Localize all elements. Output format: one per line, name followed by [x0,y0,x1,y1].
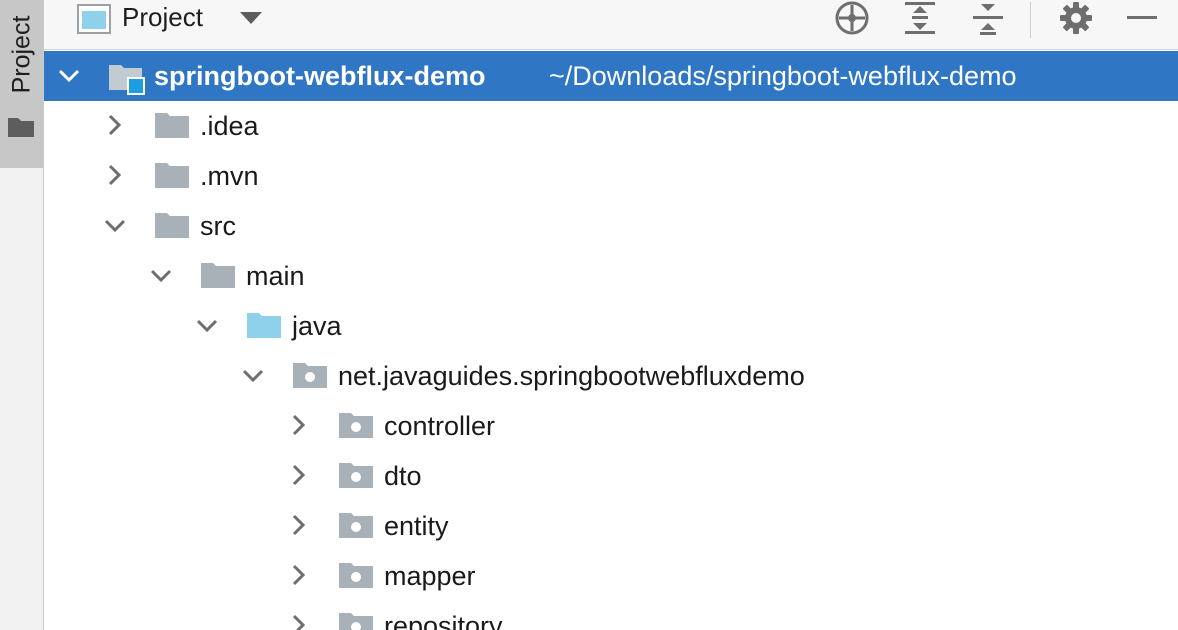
tree-row-root[interactable]: springboot-webflux-demo ~/Downloads/spri… [44,51,1178,101]
root-module-path: ~/Downloads/springboot-webflux-demo [549,61,1017,91]
toolbar-separator [1030,2,1031,38]
locate-icon [835,1,869,35]
root-module-name: springboot-webflux-demo [154,61,486,91]
package-icon [339,613,373,630]
chevron-down-icon[interactable] [150,264,172,286]
tree-row-mvn[interactable]: .mvn [44,151,1178,201]
folder-icon [155,163,189,188]
project-header: Project [44,0,1178,50]
settings-button[interactable] [1052,0,1100,36]
folder-icon [201,263,235,288]
gear-icon [1060,2,1092,34]
tree-row-mapper[interactable]: mapper [44,551,1178,601]
minimize-button[interactable] [1118,0,1166,36]
view-title[interactable]: Project [122,2,203,32]
tree-item-label: .idea [200,111,259,141]
tree-row-main[interactable]: main [44,251,1178,301]
project-tab-label: Project [7,15,36,93]
package-icon [293,363,327,388]
package-icon [339,513,373,538]
chevron-right-icon[interactable] [288,614,310,630]
chevron-right-icon[interactable] [288,464,310,486]
locate-file-button[interactable] [828,0,876,36]
package-icon [339,463,373,488]
folder-icon [8,118,34,137]
chevron-down-icon[interactable] [104,214,126,236]
tree-item-label: src [200,211,236,241]
tree-row-package[interactable]: net.javaguides.springbootwebfluxdemo [44,351,1178,401]
tree-item-label: repository [384,611,503,630]
tree-row-java[interactable]: java [44,301,1178,351]
chevron-right-icon[interactable] [104,114,126,136]
dropdown-arrow-icon[interactable] [239,11,263,25]
tree-row-repository[interactable]: repository [44,601,1178,630]
tree-item-label: dto [384,461,422,491]
package-icon [339,413,373,438]
tree-item-label: main [246,261,305,291]
project-view-icon [77,4,111,34]
folder-icon [155,113,189,138]
tree-item-label: entity [384,511,449,541]
tree-item-label: net.javaguides.springbootwebfluxdemo [338,361,805,391]
tree-item-label: controller [384,411,496,441]
tool-window-strip: Project [0,0,44,630]
project-tool-window-tab[interactable]: Project [0,0,43,168]
tree-row-idea[interactable]: .idea [44,101,1178,151]
expand-all-button[interactable] [896,0,944,36]
package-icon [339,563,373,588]
chevron-down-icon[interactable] [196,314,218,336]
collapse-all-icon [973,4,1003,35]
chevron-down-icon[interactable] [242,364,264,386]
project-tab-label-wrap: Project [5,6,39,102]
minimize-icon [1127,16,1157,19]
tree-row-controller[interactable]: controller [44,401,1178,451]
tree-row-dto[interactable]: dto [44,451,1178,501]
tree-item-label: mapper [384,561,476,591]
chevron-right-icon[interactable] [288,414,310,436]
collapse-all-button[interactable] [964,0,1012,36]
expand-all-icon [905,2,935,34]
chevron-right-icon[interactable] [104,164,126,186]
tree-item-label: .mvn [200,161,259,191]
module-folder-icon [109,65,145,95]
source-folder-icon [247,313,281,338]
folder-icon [155,213,189,238]
chevron-right-icon[interactable] [288,514,310,536]
tree-row-entity[interactable]: entity [44,501,1178,551]
project-tree: springboot-webflux-demo ~/Downloads/spri… [44,51,1178,630]
tree-item-label: java [292,311,342,341]
tree-row-src[interactable]: src [44,201,1178,251]
chevron-right-icon[interactable] [288,564,310,586]
chevron-down-icon[interactable] [58,64,80,86]
